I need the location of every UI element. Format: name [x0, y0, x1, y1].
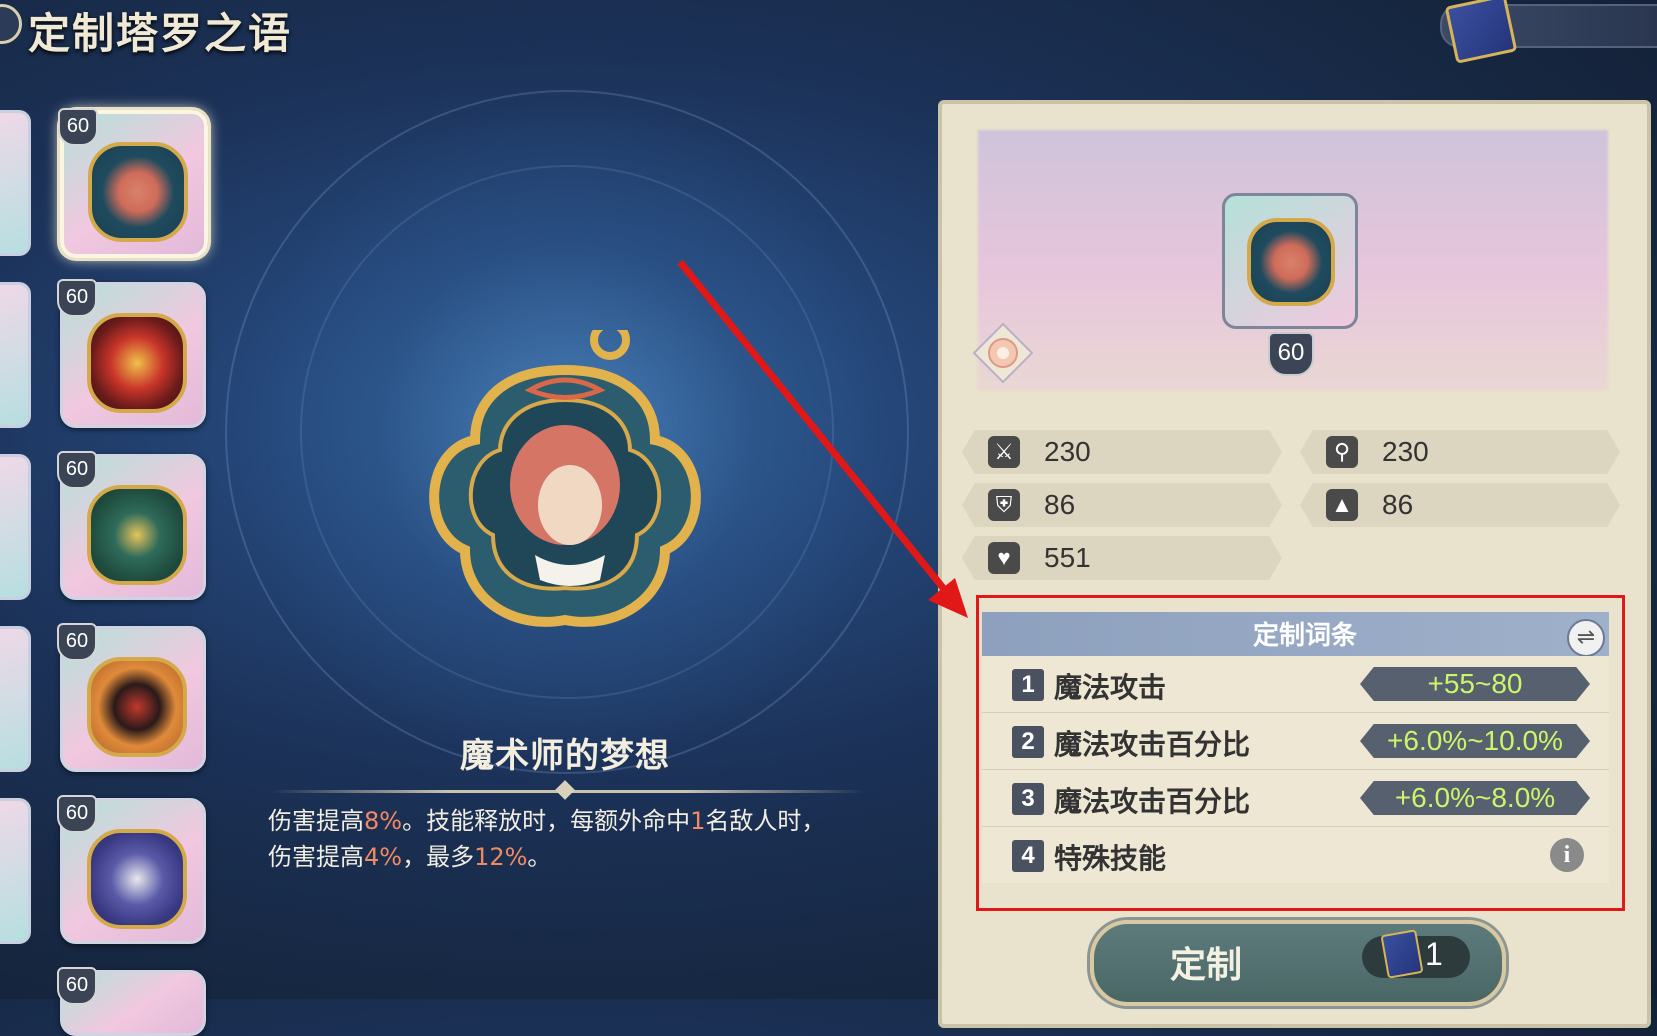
card-item[interactable]: 60: [57, 795, 206, 944]
affix-range: +55~80: [1360, 667, 1590, 701]
affix-number: 1: [1012, 669, 1044, 701]
stat-physical-defense: ⛨ 86: [962, 483, 1282, 527]
partial-card[interactable]: [0, 110, 31, 256]
customize-button-label: 定制: [1170, 945, 1243, 986]
sword-icon: ⚔: [988, 436, 1020, 468]
divider-ornament: [555, 780, 575, 800]
stat-value: 230: [1044, 436, 1091, 467]
tarot-book-icon: [1380, 929, 1424, 979]
selected-item-icon: [1222, 193, 1358, 329]
stat-value: 230: [1382, 436, 1429, 467]
partial-card[interactable]: [0, 798, 31, 944]
card-item[interactable]: 60: [57, 967, 206, 1036]
card-item[interactable]: 60: [57, 451, 206, 600]
item-name: 魔术师的梦想: [460, 736, 670, 776]
hooded-sage-charm-icon: [87, 829, 187, 929]
affix-label: 魔法攻击百分比: [1054, 785, 1251, 818]
swap-icon[interactable]: ⇌: [1567, 619, 1605, 657]
sleeping-girl-charm-icon: [88, 142, 188, 242]
partial-card[interactable]: [0, 454, 31, 600]
stat-magic-defense: ▲ 86: [1300, 483, 1620, 527]
level-badge: 60: [58, 108, 98, 146]
card-item[interactable]: 60: [57, 623, 206, 772]
affix-row: 2 魔法攻击百分比 +6.0%~10.0%: [982, 713, 1609, 771]
back-button[interactable]: [0, 4, 22, 44]
wand-icon: ⚲: [1326, 436, 1358, 468]
affix-title: 定制词条: [1252, 621, 1357, 651]
affix-row: 3 魔法攻击百分比 +6.0%~8.0%: [982, 770, 1609, 828]
card-item[interactable]: 60: [57, 279, 206, 428]
affix-label: 魔法攻击百分比: [1054, 728, 1251, 761]
affix-row: 1 魔法攻击 +55~80: [982, 656, 1609, 714]
partial-card[interactable]: [0, 626, 31, 772]
stat-health: ♥ 551: [962, 536, 1282, 580]
cost-count: 1: [1425, 936, 1443, 972]
wheel-charm-icon: [87, 657, 187, 757]
crown-charm-icon: [87, 313, 187, 413]
wizard-hat-icon: ▲: [1326, 489, 1358, 521]
stat-value: 86: [1382, 489, 1414, 520]
affix-number: 4: [1012, 840, 1044, 872]
affix-number: 2: [1012, 726, 1044, 758]
stat-value: 86: [1044, 489, 1076, 520]
info-icon[interactable]: i: [1550, 838, 1584, 872]
affix-label: 魔法攻击: [1054, 671, 1167, 704]
affix-row: 4 特殊技能 i: [982, 827, 1609, 883]
level-badge: 60: [57, 279, 97, 317]
heart-icon: ♥: [988, 542, 1020, 574]
magician-dream-charm-icon: [429, 330, 701, 627]
stat-physical-attack: ⚔ 230: [962, 430, 1282, 474]
affix-label: 特殊技能: [1054, 842, 1167, 875]
affix-range: +6.0%~8.0%: [1360, 781, 1590, 815]
stat-value: 551: [1044, 542, 1091, 573]
item-description: 伤害提高8%。技能释放时，每额外命中1名敌人时， 伤害提高4%，最多12%。: [268, 807, 826, 871]
lotus-icon: [972, 322, 1034, 384]
clover-cross-charm-icon: [87, 485, 187, 585]
affix-range: +6.0%~10.0%: [1360, 724, 1590, 758]
stat-magic-attack: ⚲ 230: [1300, 430, 1620, 474]
shield-icon: ⛨: [988, 489, 1020, 521]
level-badge: 60: [57, 623, 97, 661]
level-badge: 60: [1268, 332, 1314, 376]
page-title: 定制塔罗之语: [28, 9, 293, 58]
affix-number: 3: [1012, 783, 1044, 815]
level-badge: 60: [57, 451, 97, 489]
partial-card[interactable]: [0, 282, 31, 428]
level-badge: 60: [57, 967, 97, 1005]
card-item-selected[interactable]: 60: [58, 108, 208, 258]
level-badge: 60: [57, 795, 97, 833]
tarot-book-icon: [1444, 0, 1518, 64]
